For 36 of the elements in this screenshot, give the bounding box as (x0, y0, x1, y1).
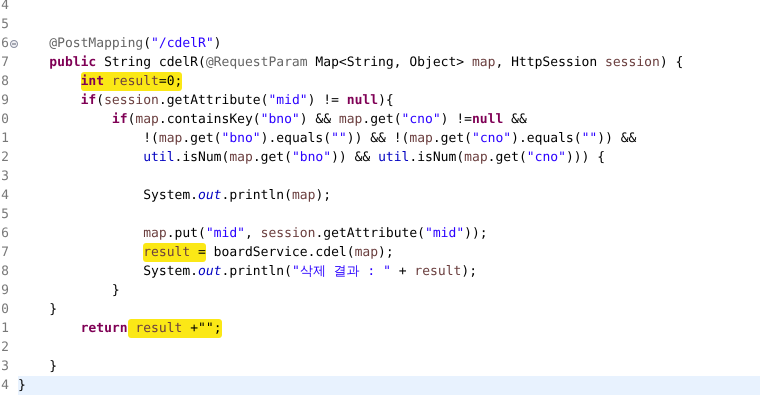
line-number: 4 (0, 187, 9, 205)
line-number: 5 (0, 16, 9, 34)
code-line: } (48, 359, 58, 374)
line-number: 8 (0, 263, 9, 281)
code-line: System.out.println(map); (142, 188, 332, 203)
code-line: if(map.containsKey("bno") && map.get("cno") !=null && (110, 112, 527, 127)
code-line: util.isNum(map.get("bno")) && util.isNum(map.get("cno"))) { (142, 150, 606, 165)
line-number: 9 (0, 282, 9, 300)
line-number: 3 (0, 358, 9, 376)
line-number: 6 (0, 225, 9, 243)
code-line: if(session.getAttribute("mid") != null){ (80, 93, 394, 108)
line-number: 7 (0, 244, 9, 262)
code-line: result = boardService.cdel(map); (142, 245, 394, 260)
code-line: @PostMapping("/cdelR") (48, 36, 222, 51)
collapse-icon[interactable] (10, 40, 18, 48)
line-number: 7 (0, 54, 9, 72)
line-number: 4 (0, 377, 9, 395)
line-number: 1 (0, 130, 9, 148)
line-number: 2 (0, 339, 9, 357)
code-line: map.put("mid", session.getAttribute("mid")); (142, 226, 488, 241)
line-number: 3 (0, 168, 9, 186)
code-line: !(map.get("bno").equals("")) && !(map.get("cno").equals("")) && (142, 131, 636, 146)
line-number: 5 (0, 206, 9, 224)
line-number: 0 (0, 301, 9, 319)
line-number: 8 (0, 73, 9, 91)
line-number: 0 (0, 111, 9, 129)
code-line: } (110, 283, 120, 298)
line-number: 6 (0, 35, 9, 53)
code-line: } (18, 378, 26, 393)
code-line: System.out.println("삭제 결과 : " + result); (142, 264, 478, 279)
code-line: return result +""; (80, 321, 222, 336)
code-line: public String cdelR(@RequestParam Map<String, Object> map, HttpSession session) { (48, 55, 684, 70)
line-number: 2 (0, 149, 9, 167)
line-number: 9 (0, 92, 9, 110)
line-number: 1 (0, 320, 9, 338)
code-line: } (48, 302, 58, 317)
